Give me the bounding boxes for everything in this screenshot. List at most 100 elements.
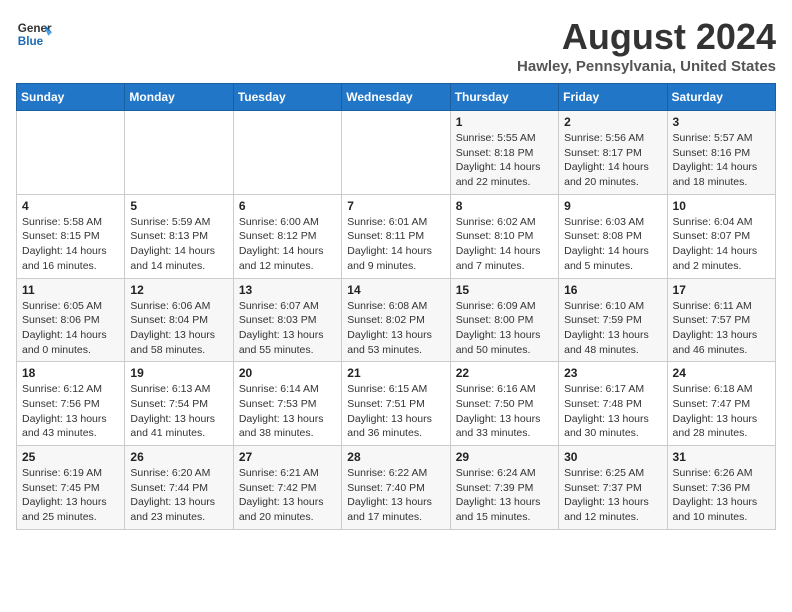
calendar-cell: 20 Sunrise: 6:14 AMSunset: 7:53 PMDayligh… (233, 362, 341, 446)
day-info: Sunrise: 6:08 AMSunset: 8:02 PMDaylight:… (347, 299, 444, 358)
day-info: Sunrise: 6:00 AMSunset: 8:12 PMDaylight:… (239, 215, 336, 274)
day-number: 25 (22, 450, 119, 464)
calendar-cell: 18 Sunrise: 6:12 AMSunset: 7:56 PMDayligh… (17, 362, 125, 446)
calendar-cell: 26Sunrise: 6:20 AMSunset: 7:44 PMDayligh… (125, 446, 233, 530)
day-info: Sunrise: 6:10 AMSunset: 7:59 PMDaylight:… (564, 299, 661, 358)
day-info: Sunrise: 6:19 AMSunset: 7:45 PMDaylight:… (22, 466, 119, 525)
day-info: Sunrise: 6:17 AMSunset: 7:48 PMDaylight:… (564, 382, 661, 441)
day-number: 17 (673, 283, 770, 297)
day-info: Sunrise: 6:04 AMSunset: 8:07 PMDaylight:… (673, 215, 770, 274)
calendar-cell: 16 Sunrise: 6:10 AMSunset: 7:59 PMDayligh… (559, 278, 667, 362)
calendar-cell: 31 Sunrise: 6:26 AMSunset: 7:36 PMDayligh… (667, 446, 775, 530)
title-area: August 2024 Hawley, Pennsylvania, United… (517, 16, 776, 75)
day-number: 4 (22, 199, 119, 213)
main-title: August 2024 (517, 16, 776, 58)
day-info: Sunrise: 5:55 AMSunset: 8:18 PMDaylight:… (456, 131, 553, 190)
day-info: Sunrise: 5:58 AMSunset: 8:15 PMDaylight:… (22, 215, 119, 274)
logo: General Blue (16, 16, 52, 52)
calendar-cell: 10 Sunrise: 6:04 AMSunset: 8:07 PMDayligh… (667, 194, 775, 278)
calendar-cell: 24 Sunrise: 6:18 AMSunset: 7:47 PMDayligh… (667, 362, 775, 446)
calendar-cell: 3 Sunrise: 5:57 AMSunset: 8:16 PMDaylight… (667, 111, 775, 195)
day-info: Sunrise: 6:07 AMSunset: 8:03 PMDaylight:… (239, 299, 336, 358)
day-number: 16 (564, 283, 661, 297)
day-info: Sunrise: 5:59 AMSunset: 8:13 PMDaylight:… (130, 215, 227, 274)
day-info: Sunrise: 6:18 AMSunset: 7:47 PMDaylight:… (673, 382, 770, 441)
day-info: Sunrise: 6:06 AMSunset: 8:04 PMDaylight:… (130, 299, 227, 358)
week-row-3: 11 Sunrise: 6:05 AMSunset: 8:06 PMDayligh… (17, 278, 776, 362)
calendar-cell (342, 111, 450, 195)
day-number: 9 (564, 199, 661, 213)
day-info: Sunrise: 6:25 AMSunset: 7:37 PMDaylight:… (564, 466, 661, 525)
calendar-cell: 19Sunrise: 6:13 AMSunset: 7:54 PMDayligh… (125, 362, 233, 446)
day-info: Sunrise: 6:20 AMSunset: 7:44 PMDaylight:… (130, 466, 227, 525)
day-info: Sunrise: 6:12 AMSunset: 7:56 PMDaylight:… (22, 382, 119, 441)
day-header-wednesday: Wednesday (342, 84, 450, 111)
day-header-sunday: Sunday (17, 84, 125, 111)
calendar-cell: 4 Sunrise: 5:58 AMSunset: 8:15 PMDaylight… (17, 194, 125, 278)
day-info: Sunrise: 6:05 AMSunset: 8:06 PMDaylight:… (22, 299, 119, 358)
day-header-saturday: Saturday (667, 84, 775, 111)
day-number: 21 (347, 366, 444, 380)
week-row-2: 4 Sunrise: 5:58 AMSunset: 8:15 PMDaylight… (17, 194, 776, 278)
day-info: Sunrise: 6:14 AMSunset: 7:53 PMDaylight:… (239, 382, 336, 441)
day-header-thursday: Thursday (450, 84, 558, 111)
day-number: 7 (347, 199, 444, 213)
day-number: 13 (239, 283, 336, 297)
day-number: 20 (239, 366, 336, 380)
day-number: 18 (22, 366, 119, 380)
day-info: Sunrise: 6:26 AMSunset: 7:36 PMDaylight:… (673, 466, 770, 525)
day-number: 6 (239, 199, 336, 213)
day-info: Sunrise: 6:15 AMSunset: 7:51 PMDaylight:… (347, 382, 444, 441)
day-number: 23 (564, 366, 661, 380)
calendar-cell: 8 Sunrise: 6:02 AMSunset: 8:10 PMDaylight… (450, 194, 558, 278)
header: General Blue August 2024 Hawley, Pennsyl… (16, 16, 776, 75)
days-header-row: SundayMondayTuesdayWednesdayThursdayFrid… (17, 84, 776, 111)
calendar-cell: 1 Sunrise: 5:55 AMSunset: 8:18 PMDaylight… (450, 111, 558, 195)
calendar-cell (233, 111, 341, 195)
day-number: 15 (456, 283, 553, 297)
calendar-cell: 28Sunrise: 6:22 AMSunset: 7:40 PMDayligh… (342, 446, 450, 530)
day-info: Sunrise: 6:16 AMSunset: 7:50 PMDaylight:… (456, 382, 553, 441)
calendar-cell: 22 Sunrise: 6:16 AMSunset: 7:50 PMDayligh… (450, 362, 558, 446)
day-info: Sunrise: 6:09 AMSunset: 8:00 PMDaylight:… (456, 299, 553, 358)
calendar-cell (17, 111, 125, 195)
calendar-cell: 17Sunrise: 6:11 AMSunset: 7:57 PMDayligh… (667, 278, 775, 362)
day-info: Sunrise: 5:56 AMSunset: 8:17 PMDaylight:… (564, 131, 661, 190)
day-number: 11 (22, 283, 119, 297)
calendar-cell: 30 Sunrise: 6:25 AMSunset: 7:37 PMDayligh… (559, 446, 667, 530)
day-number: 10 (673, 199, 770, 213)
day-info: Sunrise: 6:02 AMSunset: 8:10 PMDaylight:… (456, 215, 553, 274)
day-number: 5 (130, 199, 227, 213)
week-row-5: 25 Sunrise: 6:19 AMSunset: 7:45 PMDayligh… (17, 446, 776, 530)
day-number: 24 (673, 366, 770, 380)
logo-icon: General Blue (16, 16, 52, 52)
day-number: 28 (347, 450, 444, 464)
calendar-cell: 23 Sunrise: 6:17 AMSunset: 7:48 PMDayligh… (559, 362, 667, 446)
calendar-cell (125, 111, 233, 195)
day-info: Sunrise: 5:57 AMSunset: 8:16 PMDaylight:… (673, 131, 770, 190)
week-row-1: 1 Sunrise: 5:55 AMSunset: 8:18 PMDaylight… (17, 111, 776, 195)
day-header-friday: Friday (559, 84, 667, 111)
calendar-cell: 11 Sunrise: 6:05 AMSunset: 8:06 PMDayligh… (17, 278, 125, 362)
day-number: 31 (673, 450, 770, 464)
day-number: 19 (130, 366, 227, 380)
subtitle: Hawley, Pennsylvania, United States (517, 58, 776, 75)
calendar-cell: 27Sunrise: 6:21 AMSunset: 7:42 PMDayligh… (233, 446, 341, 530)
day-number: 1 (456, 115, 553, 129)
day-info: Sunrise: 6:01 AMSunset: 8:11 PMDaylight:… (347, 215, 444, 274)
svg-text:Blue: Blue (18, 35, 44, 48)
calendar-cell: 6 Sunrise: 6:00 AMSunset: 8:12 PMDaylight… (233, 194, 341, 278)
day-number: 12 (130, 283, 227, 297)
calendar-cell: 29Sunrise: 6:24 AMSunset: 7:39 PMDayligh… (450, 446, 558, 530)
day-number: 30 (564, 450, 661, 464)
day-info: Sunrise: 6:21 AMSunset: 7:42 PMDaylight:… (239, 466, 336, 525)
calendar-cell: 15 Sunrise: 6:09 AMSunset: 8:00 PMDayligh… (450, 278, 558, 362)
day-number: 3 (673, 115, 770, 129)
calendar-cell: 14Sunrise: 6:08 AMSunset: 8:02 PMDayligh… (342, 278, 450, 362)
day-number: 2 (564, 115, 661, 129)
day-info: Sunrise: 6:24 AMSunset: 7:39 PMDaylight:… (456, 466, 553, 525)
calendar-cell: 12 Sunrise: 6:06 AMSunset: 8:04 PMDayligh… (125, 278, 233, 362)
day-number: 8 (456, 199, 553, 213)
day-number: 22 (456, 366, 553, 380)
calendar-cell: 13 Sunrise: 6:07 AMSunset: 8:03 PMDayligh… (233, 278, 341, 362)
